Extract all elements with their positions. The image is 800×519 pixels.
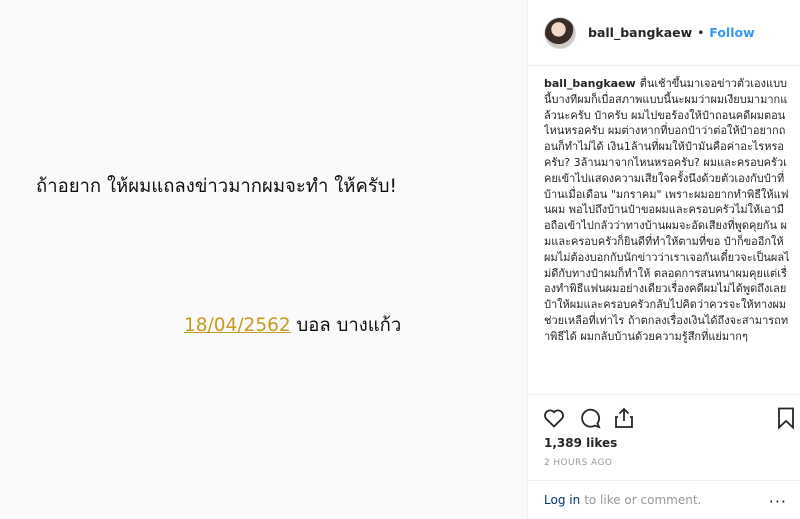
comment-icon[interactable] <box>578 406 602 430</box>
bookmark-icon[interactable] <box>774 406 798 430</box>
login-link[interactable]: Log in <box>544 493 580 507</box>
post-image: ถ้าอยาก ให้ผมแถลงข่าวมากผมจะทำ ให้ครับ! … <box>0 0 527 519</box>
caption-text: ตื่นเช้าขึ้นมาเจอข่าวตัวเองแบบนี้บางทีผม… <box>544 77 790 343</box>
signature-date: 18/04/2562 <box>184 315 291 336</box>
follow-button[interactable]: Follow <box>709 25 754 40</box>
post-header: ball_bangkaew • Follow <box>528 0 800 66</box>
actions-bar <box>528 394 800 438</box>
more-options-button[interactable]: ··· <box>769 492 787 511</box>
likes-count[interactable]: 1,389 likes <box>544 436 617 450</box>
login-footer: Log in to like or comment. ··· <box>528 480 800 519</box>
header-username[interactable]: ball_bangkaew <box>588 25 692 40</box>
post-sidebar: ball_bangkaew • Follow ball_bangkaew ตื่น… <box>527 0 800 519</box>
login-prompt: to like or comment. <box>584 493 702 507</box>
heart-icon[interactable] <box>542 406 566 430</box>
avatar[interactable] <box>544 16 576 49</box>
signature-name: บอล บางแก้ว <box>290 315 402 336</box>
separator-dot: • <box>697 25 705 40</box>
post-timestamp: 2 HOURS AGO <box>544 458 613 468</box>
post-caption: ball_bangkaew ตื่นเช้าขึ้นมาเจอข่าวตัวเอง… <box>544 76 790 394</box>
share-icon[interactable] <box>612 406 636 430</box>
post-signature: 18/04/2562 บอล บางแก้ว <box>184 311 401 340</box>
post-headline: ถ้าอยาก ให้ผมแถลงข่าวมากผมจะทำ ให้ครับ! <box>36 176 397 197</box>
caption-username[interactable]: ball_bangkaew <box>544 77 636 90</box>
